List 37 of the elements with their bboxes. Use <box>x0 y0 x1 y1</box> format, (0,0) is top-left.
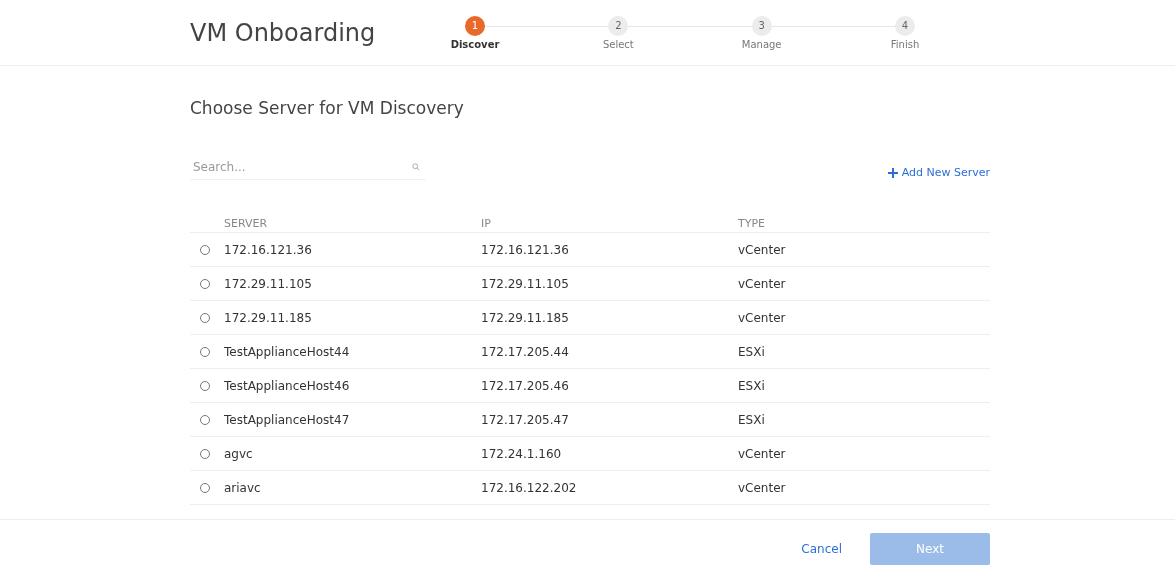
table-cell-text: 172.29.11.185 <box>224 310 313 325</box>
table-cell-text: ariavc <box>224 480 262 495</box>
table-cell-text: 172.16.122.202 <box>481 480 578 495</box>
plus-icon <box>887 167 898 178</box>
table-cell-text: ESXi <box>738 344 766 359</box>
wizard-step[interactable]: 4 Finish <box>875 15 935 50</box>
page-title: VM Onboarding <box>190 18 377 47</box>
table-cell-text: ESXi <box>738 378 766 393</box>
table-cell-text: vCenter <box>738 310 787 325</box>
table-cell-text: 172.29.11.185 <box>481 310 570 325</box>
table-cell-text: 172.29.11.105 <box>224 276 313 291</box>
table-cell-text: 172.16.121.36 <box>224 242 313 257</box>
wizard-step[interactable]: 1 Discover <box>445 15 505 50</box>
table-cell-text: 172.24.1.160 <box>481 446 563 461</box>
table-cell-text: ESXi <box>738 412 766 427</box>
section-heading: Choose Server for VM Discovery <box>190 98 465 118</box>
table-cell-text: TestApplianceHost44 <box>224 344 351 359</box>
table-cell-text: vCenter <box>738 242 787 257</box>
wizard-step[interactable]: 3 Manage <box>731 15 792 50</box>
search-icon <box>412 163 420 171</box>
table-cell-text: vCenter <box>738 446 787 461</box>
column-header: TYPE <box>738 216 767 230</box>
table-cell-text: TestApplianceHost46 <box>224 378 351 393</box>
table-cell-text: agvc <box>224 446 254 461</box>
table-cell-text: 172.17.205.46 <box>481 378 570 393</box>
table-cell-text: 172.17.205.47 <box>481 412 570 427</box>
wizard-step[interactable]: 2 Select <box>588 15 649 50</box>
add-server-link[interactable]: Add New Server <box>887 166 990 179</box>
table-cell-text: TestApplianceHost47 <box>224 412 351 427</box>
table-cell-text: vCenter <box>738 480 787 495</box>
table-cell-text: 172.29.11.105 <box>481 276 570 291</box>
cancel-button[interactable]: Cancel <box>795 541 848 557</box>
column-header: IP <box>481 216 492 230</box>
column-header: SERVER <box>224 216 269 230</box>
table-cell-text: 172.17.205.44 <box>481 344 570 359</box>
table-cell-text: vCenter <box>738 276 787 291</box>
table-cell-text: 172.16.121.36 <box>481 242 570 257</box>
